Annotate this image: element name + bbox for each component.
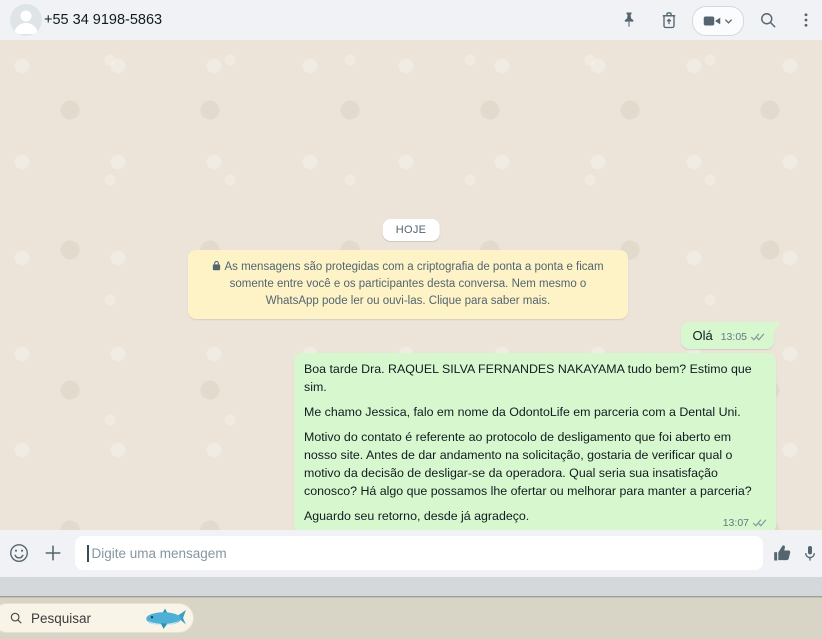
message-time: 13:07 (722, 517, 749, 529)
encryption-text: As mensagens são protegidas com a cripto… (224, 261, 604, 307)
search-button[interactable] (756, 8, 780, 32)
message-bubble-outgoing[interactable]: Boa tarde Dra. RAQUEL SILVA FERNANDES NA… (294, 353, 776, 534)
pin-icon (624, 12, 634, 27)
search-icon (761, 13, 776, 28)
attach-button[interactable] (40, 540, 66, 566)
like-button[interactable] (769, 540, 795, 566)
thumbs-up-icon (773, 544, 790, 560)
bubble-tail (773, 322, 781, 332)
chat-header: +55 34 9198-5863 (0, 0, 822, 40)
contact-name[interactable]: +55 34 9198-5863 (44, 0, 162, 40)
video-call-icon (703, 16, 721, 26)
menu-button[interactable] (794, 8, 818, 32)
person-icon (14, 10, 38, 34)
message-input-wrap (75, 536, 763, 570)
delete-button[interactable] (657, 8, 681, 32)
taskbar-search-label: Pesquisar (31, 610, 92, 626)
pin-button[interactable] (617, 8, 641, 32)
attach-plus-icon (45, 545, 61, 561)
composer-bar (0, 530, 822, 577)
message-time: 13:05 (720, 331, 747, 343)
chevron-down-icon (724, 18, 733, 24)
mic-button[interactable] (797, 540, 822, 566)
chat-area: HOJE As mensagens são protegidas com a c… (0, 40, 822, 534)
message-paragraph: Me chamo Jessica, falo em nome da Odonto… (304, 405, 741, 419)
message-paragraph: Aguardo seu retorno, desde já agradeço. (304, 509, 530, 523)
encryption-banner[interactable]: As mensagens são protegidas com a cripto… (188, 250, 628, 319)
double-check-icon (752, 519, 767, 527)
window-bottom-edge (0, 577, 822, 597)
message-paragraph: Motivo do contato é referente ao protoco… (304, 430, 752, 498)
double-check-icon (750, 333, 765, 341)
taskbar-search[interactable]: Pesquisar (0, 603, 194, 633)
menu-icon (804, 13, 808, 27)
trash-icon (662, 12, 676, 29)
lock-icon (213, 260, 221, 271)
emoji-icon (10, 544, 28, 562)
avatar[interactable] (10, 4, 42, 36)
mic-icon (805, 545, 815, 561)
message-text: Olá (692, 328, 713, 343)
message-bubble-outgoing[interactable]: Olá 13:05 (681, 322, 781, 349)
message-input[interactable] (88, 545, 763, 561)
date-divider: HOJE (382, 219, 440, 241)
taskbar: Pesquisar (0, 597, 822, 639)
search-icon (10, 612, 22, 624)
shark-icon (146, 608, 186, 629)
emoji-button[interactable] (6, 540, 32, 566)
whatsapp-window: +55 34 9198-5863 HOJE As mensagens são p… (0, 0, 822, 639)
video-call-button[interactable] (692, 6, 744, 36)
message-paragraph: Boa tarde Dra. RAQUEL SILVA FERNANDES NA… (304, 362, 752, 394)
